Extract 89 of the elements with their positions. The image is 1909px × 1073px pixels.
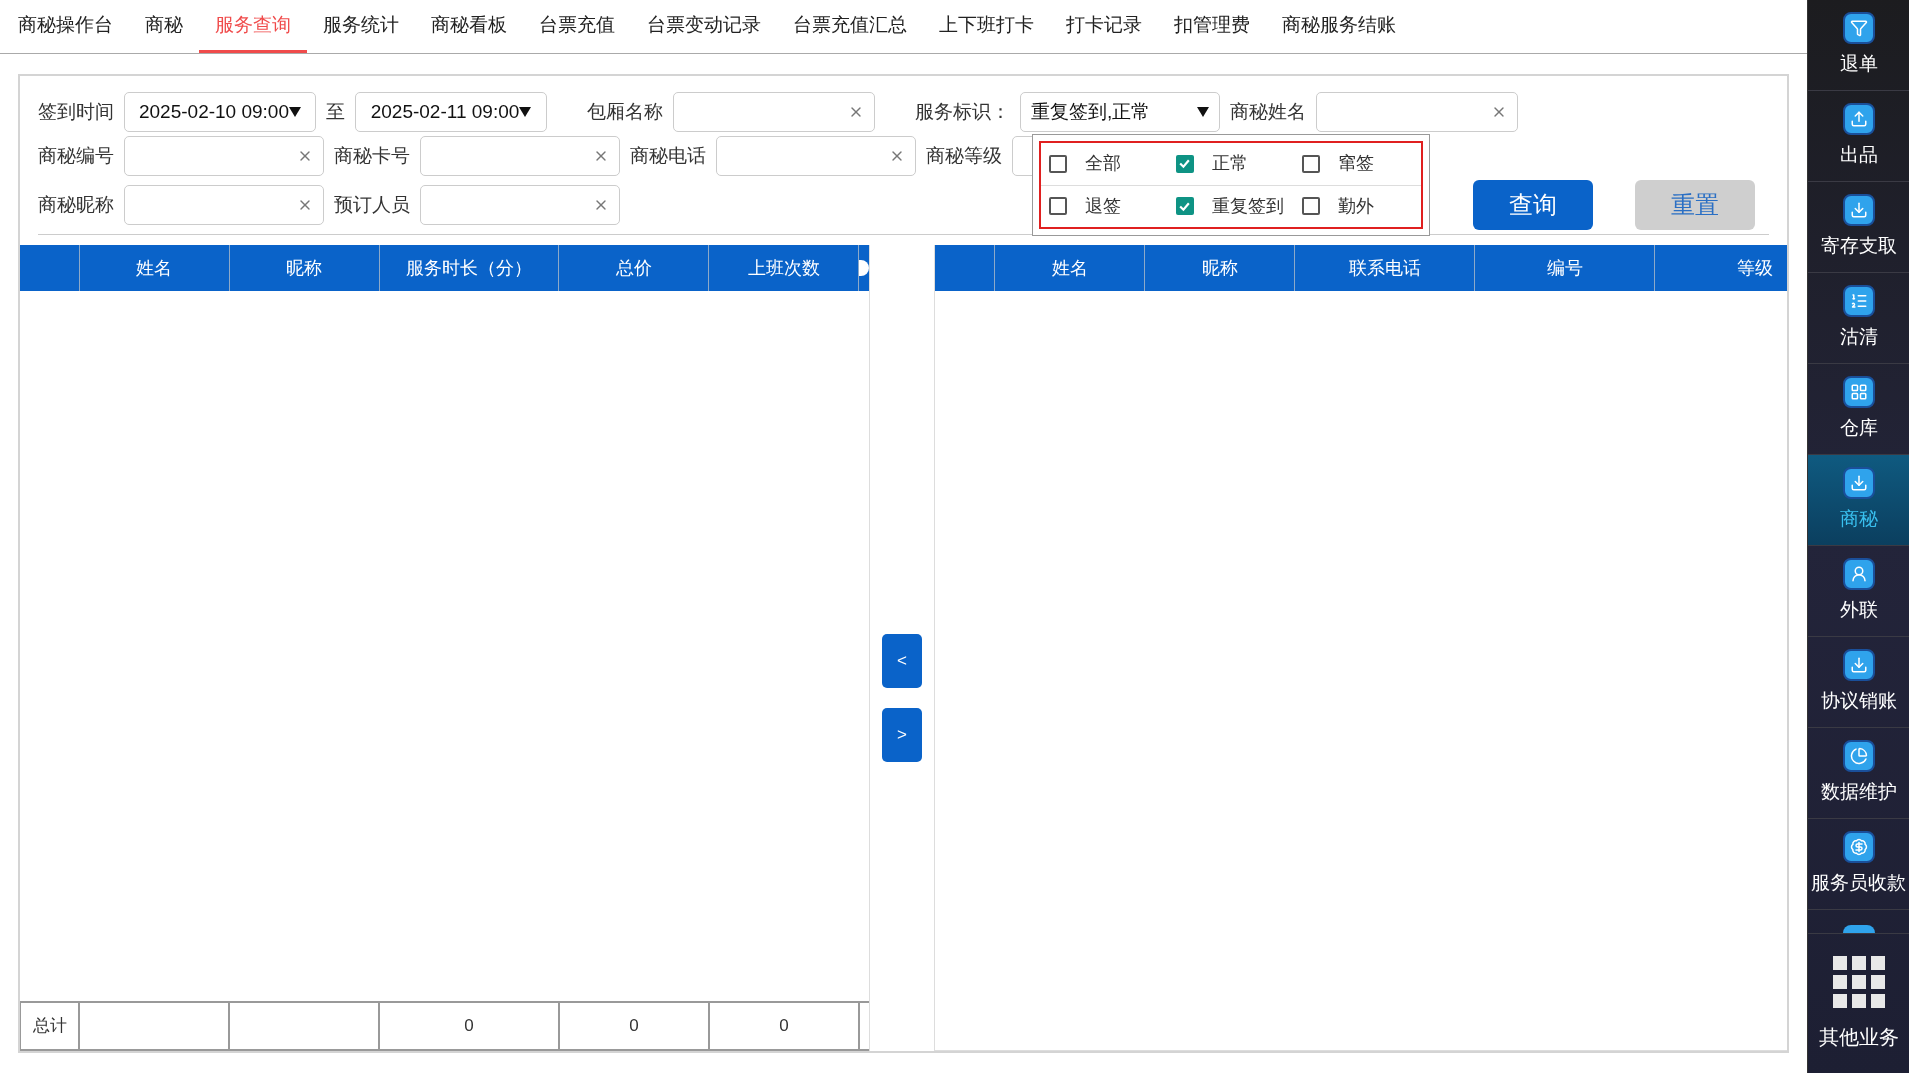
move-right-button[interactable]: > <box>882 708 922 762</box>
sidebar-item[interactable]: 沽清 <box>1808 273 1909 364</box>
table-cell: 0 <box>380 1003 560 1049</box>
flag-option[interactable]: 窜签 <box>1294 143 1421 186</box>
flag-option[interactable]: 退签 <box>1041 185 1168 227</box>
sidebar-item[interactable]: 仓库 <box>1808 364 1909 455</box>
field-label: 商秘电话 <box>630 143 706 168</box>
nav-tab[interactable]: 上下班打卡 <box>923 0 1050 53</box>
app-icon <box>1842 284 1875 317</box>
column-header: 总价 <box>559 245 710 291</box>
field-label: 商秘昵称 <box>38 192 114 217</box>
checkbox[interactable] <box>1302 197 1321 216</box>
other-business-button[interactable]: 其他业务 <box>1808 934 1909 1073</box>
column-header: 等级 <box>1736 256 1774 280</box>
field-label: 签到时间 <box>38 99 114 124</box>
nav-tab[interactable]: 商秘 <box>129 0 199 53</box>
nav-tab[interactable]: 打卡记录 <box>1050 0 1158 53</box>
field-label: 商秘卡号 <box>334 143 410 168</box>
grid-icon <box>1832 955 1885 1008</box>
nav-tab[interactable]: 扣管理费 <box>1158 0 1266 53</box>
app-icon <box>1842 557 1875 590</box>
field-label: 服务标识： <box>915 99 1010 124</box>
input-field[interactable] <box>716 136 916 176</box>
column-header: 服务时长（分） <box>379 245 560 291</box>
nav-tab[interactable]: 商秘操作台 <box>2 0 129 53</box>
query-button[interactable]: 查询 <box>1473 180 1593 230</box>
column-header: 编号 <box>1475 245 1655 291</box>
column-header: 昵称 <box>229 245 380 291</box>
dropdown-select[interactable]: 重复签到,正常 <box>1020 92 1220 132</box>
app-icon <box>1842 830 1875 863</box>
checkbox[interactable] <box>1302 154 1321 173</box>
app-icon <box>1842 648 1875 681</box>
column-header: 联系电话 <box>1295 245 1475 291</box>
input-field[interactable] <box>124 185 324 225</box>
caret-icon <box>289 107 301 117</box>
table-cell: 总计 <box>20 1003 80 1049</box>
column-header: 姓名 <box>995 245 1145 291</box>
app-icon <box>1842 375 1875 408</box>
app-icon <box>1842 102 1875 135</box>
sidebar-item[interactable]: 出品 <box>1808 91 1909 182</box>
input-field[interactable] <box>1316 92 1518 132</box>
nav-tab[interactable]: 服务统计 <box>307 0 415 53</box>
nav-tab[interactable]: 台票变动记录 <box>631 0 777 53</box>
caret-icon <box>1197 107 1209 117</box>
checkbox[interactable] <box>1175 197 1194 216</box>
field-label: 商秘编号 <box>38 143 114 168</box>
app-icon <box>1842 466 1875 499</box>
field-label: 至 <box>326 99 345 124</box>
flag-option[interactable]: 正常 <box>1167 143 1295 186</box>
flag-option[interactable]: 全部 <box>1041 143 1168 186</box>
nav-tab[interactable]: 商秘服务结账 <box>1266 0 1412 53</box>
checkbox[interactable] <box>1049 154 1067 173</box>
checkbox[interactable] <box>1049 197 1067 216</box>
sidebar-item[interactable]: 寄存支取 <box>1808 182 1909 273</box>
table-cell: 0 <box>710 1003 860 1049</box>
flag-option[interactable]: 勤外 <box>1294 185 1421 227</box>
input-field[interactable] <box>673 92 875 132</box>
sidebar-item[interactable]: 协议销账 <box>1808 637 1909 728</box>
nav-tab[interactable]: 服务查询 <box>199 0 307 53</box>
move-left-button[interactable]: < <box>882 634 922 688</box>
nav-tab[interactable]: 台票充值汇总 <box>777 0 923 53</box>
sidebar-item[interactable]: 服务员收款 <box>1808 819 1909 910</box>
table-cell: 0 <box>560 1003 710 1049</box>
field-label: 商秘等级 <box>926 143 1002 168</box>
column-header: 姓名 <box>79 245 230 291</box>
caret-icon <box>519 107 532 117</box>
field-label: 包厢名称 <box>587 99 663 124</box>
app-icon <box>1842 11 1875 44</box>
app-icon <box>1842 925 1875 933</box>
input-field[interactable] <box>124 136 324 176</box>
date-field[interactable]: 2025-02-11 09:00 <box>355 92 547 132</box>
checkbox[interactable] <box>1175 154 1194 173</box>
sidebar-item[interactable]: 数据维护 <box>1808 728 1909 819</box>
input-field[interactable] <box>420 136 620 176</box>
sidebar-item[interactable]: 外联 <box>1808 546 1909 637</box>
sidebar-item[interactable]: 商秘 <box>1808 455 1909 546</box>
field-label: 商秘姓名 <box>1230 99 1306 124</box>
nav-tab[interactable]: 台票充值 <box>523 0 631 53</box>
resize-handle-icon[interactable] <box>859 260 869 276</box>
flag-option[interactable]: 重复签到 <box>1167 185 1295 227</box>
sidebar-item[interactable]: 退单 <box>1808 0 1909 91</box>
column-header: 昵称 <box>1145 245 1295 291</box>
app-icon <box>1842 193 1875 226</box>
check-icon <box>1178 157 1192 171</box>
app-icon <box>1842 739 1875 772</box>
input-field[interactable] <box>420 185 620 225</box>
nav-tab[interactable]: 商秘看板 <box>415 0 523 53</box>
field-label: 预订人员 <box>334 192 410 217</box>
date-field[interactable]: 2025-02-10 09:00 <box>124 92 316 132</box>
